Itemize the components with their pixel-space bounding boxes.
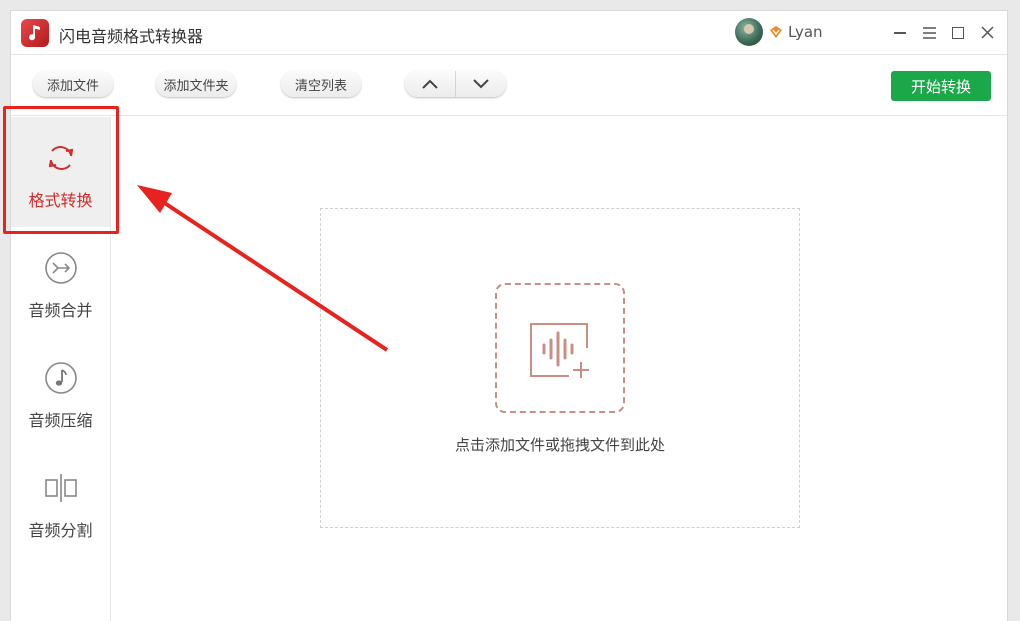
sidebar-item-audio-merge[interactable]: 音频合并	[11, 227, 110, 337]
music-note-icon	[45, 362, 77, 394]
sidebar-item-label: 音频合并	[28, 301, 93, 320]
add-file-button[interactable]: 添加文件	[33, 71, 113, 97]
sidebar-item-label: 音频分割	[28, 521, 93, 540]
minimize-icon[interactable]	[891, 23, 911, 43]
add-audio-button[interactable]	[495, 283, 625, 413]
title-bar: 闪电音频格式转换器 Lyan	[11, 11, 1007, 55]
user-name[interactable]: Lyan	[788, 23, 823, 41]
split-icon	[45, 474, 77, 502]
toolbar: 添加文件 添加文件夹 清空列表 开始转换	[11, 56, 1007, 116]
clear-list-button[interactable]: 清空列表	[281, 71, 361, 97]
sidebar-item-format-convert[interactable]: 格式转换	[11, 117, 110, 227]
add-folder-button[interactable]: 添加文件夹	[156, 71, 236, 97]
maximize-icon[interactable]	[949, 23, 969, 43]
app-title: 闪电音频格式转换器	[59, 27, 204, 46]
user-avatar[interactable]	[735, 18, 763, 46]
vip-icon	[770, 26, 782, 38]
menu-icon[interactable]	[920, 23, 940, 43]
sidebar-item-audio-split[interactable]: 音频分割	[11, 447, 110, 557]
drop-hint-text: 点击添加文件或拖拽文件到此处	[454, 436, 665, 454]
sidebar-item-label: 音频压缩	[28, 411, 93, 430]
refresh-icon	[48, 146, 74, 170]
start-convert-button[interactable]: 开始转换	[891, 71, 991, 101]
app-logo-icon	[21, 19, 49, 47]
move-up-button[interactable]	[405, 71, 455, 97]
move-down-button[interactable]	[455, 71, 506, 97]
sidebar: 格式转换 音频合并 音频压缩 音频分割	[11, 117, 111, 621]
merge-icon	[45, 252, 77, 284]
sidebar-item-audio-compress[interactable]: 音频压缩	[11, 337, 110, 447]
chevron-down-icon	[473, 79, 489, 89]
audio-add-icon	[530, 323, 589, 378]
move-buttons	[405, 71, 506, 97]
chevron-up-icon	[422, 79, 438, 89]
sidebar-item-label: 格式转换	[28, 191, 93, 210]
close-icon[interactable]	[978, 23, 998, 43]
